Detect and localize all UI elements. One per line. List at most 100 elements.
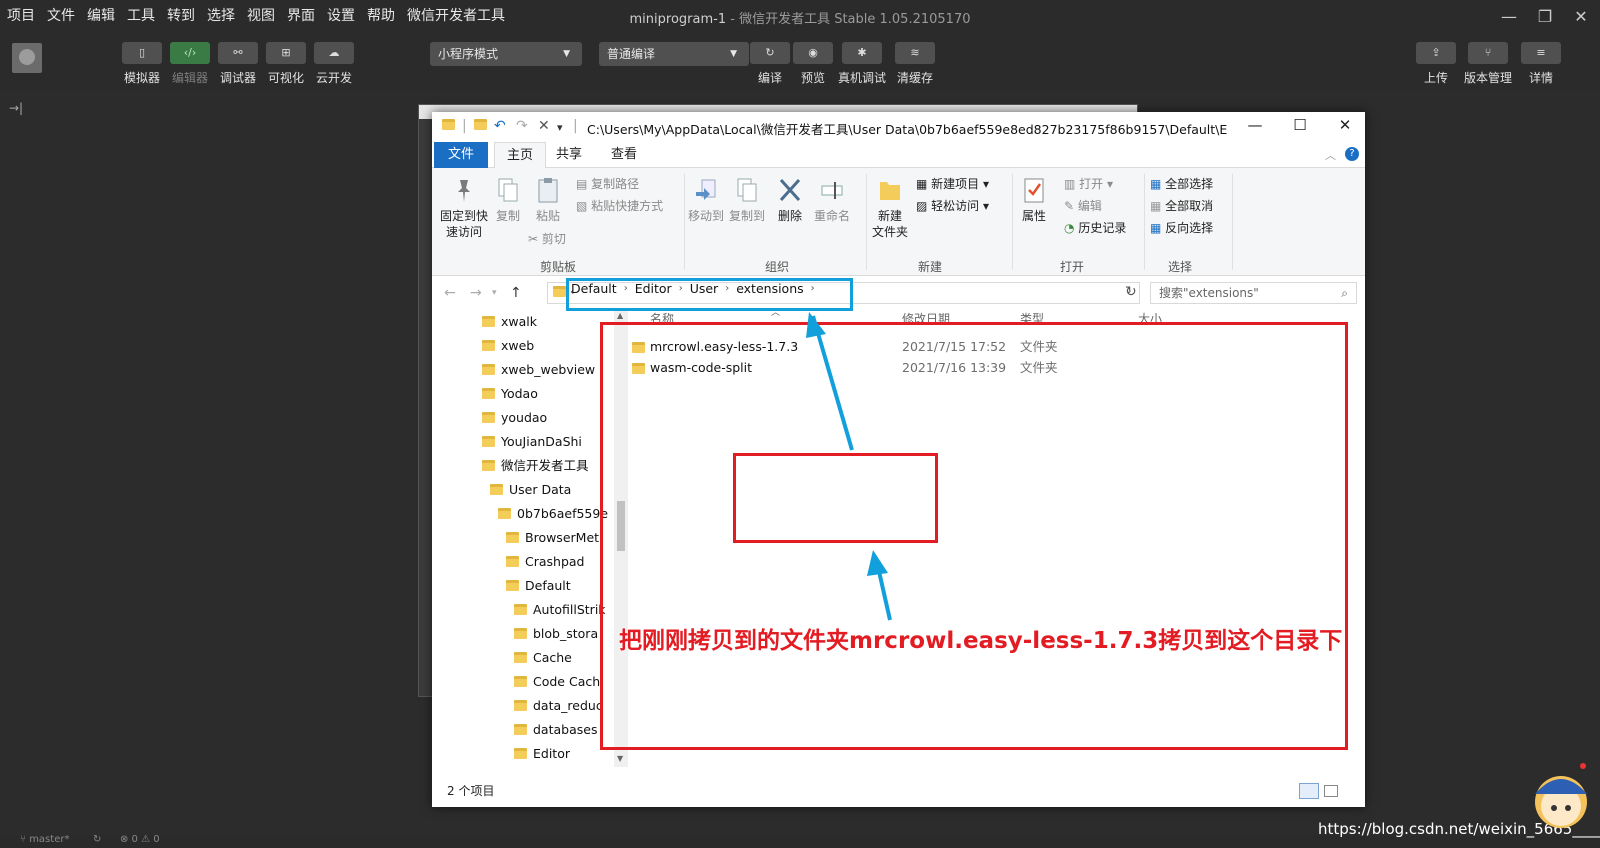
mode-select[interactable]: 小程序模式 ▼: [430, 42, 582, 66]
menu-item[interactable]: 微信开发者工具: [400, 0, 510, 32]
tree-item[interactable]: Default: [506, 577, 571, 595]
tree-item-label: Default: [525, 578, 571, 593]
tree-item[interactable]: YouJianDaShi: [482, 433, 582, 451]
tree-item[interactable]: xweb: [482, 337, 534, 355]
compile-select[interactable]: 普通编译 ▼: [599, 42, 749, 66]
open-button[interactable]: ▥ 打开 ▾: [1064, 175, 1113, 192]
customize-icon[interactable]: ▾: [557, 121, 563, 134]
mid-buttons-3[interactable]: ≋ 清缓存: [888, 42, 942, 86]
scroll-up-icon[interactable]: ▲: [617, 311, 623, 320]
tree-item[interactable]: xweb_webview: [482, 361, 595, 379]
folder-icon: [506, 556, 519, 567]
new-item-button[interactable]: ▦ 新建项目 ▾: [916, 175, 989, 192]
tab-file[interactable]: 文件: [434, 142, 489, 168]
tab-share[interactable]: 共享: [544, 142, 594, 168]
right-buttons-1[interactable]: ⑂ 版本管理: [1461, 42, 1515, 86]
tree-item[interactable]: Crashpad: [506, 553, 585, 571]
redo-icon[interactable]: ↷: [516, 118, 528, 134]
tree-item[interactable]: blob_stora: [514, 625, 598, 643]
pin-quick-access-button[interactable]: 固定到快 速访问: [436, 176, 492, 240]
copy-to-icon: [735, 176, 759, 204]
tab-home[interactable]: 主页: [494, 142, 547, 169]
edit-button[interactable]: ✎ 编辑: [1064, 197, 1102, 214]
folder-icon: [498, 508, 511, 519]
menu-item[interactable]: 选择: [200, 0, 240, 32]
paste-shortcut-button[interactable]: ▧ 粘贴快捷方式: [576, 197, 663, 214]
minimize-icon[interactable]: —: [1240, 116, 1270, 134]
right-buttons-0[interactable]: ⇪ 上传: [1409, 42, 1463, 86]
tree-item[interactable]: 0b7b6aef559e: [498, 505, 608, 523]
tree-item[interactable]: xwalk: [482, 313, 537, 331]
recent-chevron-icon[interactable]: ▾: [492, 288, 497, 298]
maximize-icon[interactable]: ❐: [1530, 4, 1560, 28]
tree-item[interactable]: 微信开发者工具: [482, 457, 589, 475]
close-icon[interactable]: ✕: [1566, 4, 1596, 28]
sidebar-toggle-icon[interactable]: →|: [9, 101, 23, 115]
up-arrow-icon[interactable]: ↑: [510, 285, 522, 301]
minimize-icon[interactable]: —: [1494, 4, 1524, 28]
menu-item[interactable]: 编辑: [80, 0, 120, 32]
right-buttons-2[interactable]: ≡ 详情: [1514, 42, 1568, 86]
menu-item[interactable]: 转到: [160, 0, 200, 32]
collapse-ribbon-icon[interactable]: ︿: [1325, 147, 1336, 163]
left-buttons-3[interactable]: ⊞ 可视化: [259, 42, 313, 86]
back-arrow-icon[interactable]: ←: [444, 285, 456, 301]
tree-item[interactable]: AutofillStrik: [514, 601, 606, 619]
tab-view[interactable]: 查看: [599, 142, 649, 168]
menu-item[interactable]: 视图: [240, 0, 280, 32]
menu-item[interactable]: 文件: [40, 0, 80, 32]
tree-item[interactable]: BrowserMet: [506, 529, 599, 547]
copy-to-button[interactable]: 复制到: [726, 176, 768, 224]
left-buttons-2[interactable]: ⚯ 调试器: [211, 42, 265, 86]
properties-label: 属性: [1021, 209, 1046, 223]
invert-selection-button[interactable]: ▦ 反向选择: [1150, 219, 1213, 236]
close-icon[interactable]: ✕: [1330, 116, 1360, 134]
left-buttons-1[interactable]: ‹/› 编辑器: [163, 42, 217, 86]
tree-item[interactable]: Editor: [514, 745, 570, 763]
menu-item[interactable]: 帮助: [360, 0, 400, 32]
help-icon[interactable]: ?: [1345, 147, 1359, 161]
maximize-icon[interactable]: ☐: [1285, 116, 1315, 134]
paste-button[interactable]: 粘贴: [528, 176, 568, 224]
menu-item[interactable]: 项目: [0, 0, 40, 32]
tree-item[interactable]: youdao: [482, 409, 547, 427]
menu-item[interactable]: 工具: [120, 0, 160, 32]
scroll-down-icon[interactable]: ▼: [617, 754, 623, 763]
avatar[interactable]: [12, 43, 42, 73]
menu-item[interactable]: 设置: [320, 0, 360, 32]
select-none-button[interactable]: ▦ 全部取消: [1150, 197, 1213, 214]
problems-count[interactable]: ⊗ 0 ⚠ 0: [120, 834, 160, 845]
tree-item[interactable]: databases: [514, 721, 597, 739]
new-folder-button[interactable]: 新建 文件夹: [868, 176, 912, 240]
left-buttons-4[interactable]: ☁ 云开发: [307, 42, 361, 86]
toolbar-label: 预览: [800, 71, 825, 85]
rename-button[interactable]: 重命名: [810, 176, 854, 224]
tree-item[interactable]: Yodao: [482, 385, 538, 403]
easy-access-button[interactable]: ▨ 轻松访问 ▾: [916, 197, 989, 214]
tree-item[interactable]: Code Cach: [514, 673, 600, 691]
delete-button[interactable]: 删除: [772, 176, 808, 224]
large-icons-view-icon[interactable]: [1324, 785, 1338, 797]
mid-buttons-1[interactable]: ◉ 预览: [786, 42, 840, 86]
search-input[interactable]: 搜索"extensions" ⌕: [1150, 282, 1357, 304]
undo-icon[interactable]: ↶: [494, 118, 506, 134]
history-button[interactable]: ◔ 历史记录: [1064, 219, 1126, 236]
mid-buttons-2[interactable]: ✱ 真机调试: [835, 42, 889, 86]
properties-button[interactable]: 属性: [1016, 176, 1052, 224]
toolbar-label: 真机调试: [837, 71, 886, 85]
copy-button[interactable]: 复制: [490, 176, 526, 224]
copy-path-button[interactable]: ▤ 复制路径: [576, 175, 639, 192]
move-to-button[interactable]: 移动到: [686, 176, 726, 224]
sync-icon[interactable]: ↻: [93, 834, 101, 845]
left-buttons-0[interactable]: ▯ 模拟器: [115, 42, 169, 86]
refresh-icon[interactable]: ↻: [1125, 284, 1137, 300]
tree-item[interactable]: Cache: [514, 649, 572, 667]
cut-button[interactable]: ✂ 剪切: [528, 230, 566, 247]
tree-item[interactable]: User Data: [490, 481, 571, 499]
forward-arrow-icon[interactable]: →: [470, 285, 482, 301]
menu-item[interactable]: 界面: [280, 0, 320, 32]
delete-icon[interactable]: ✕: [538, 118, 550, 134]
select-all-button[interactable]: ▦ 全部选择: [1150, 175, 1213, 192]
tree-item[interactable]: data_reduc: [514, 697, 603, 715]
details-view-icon[interactable]: [1299, 783, 1319, 799]
